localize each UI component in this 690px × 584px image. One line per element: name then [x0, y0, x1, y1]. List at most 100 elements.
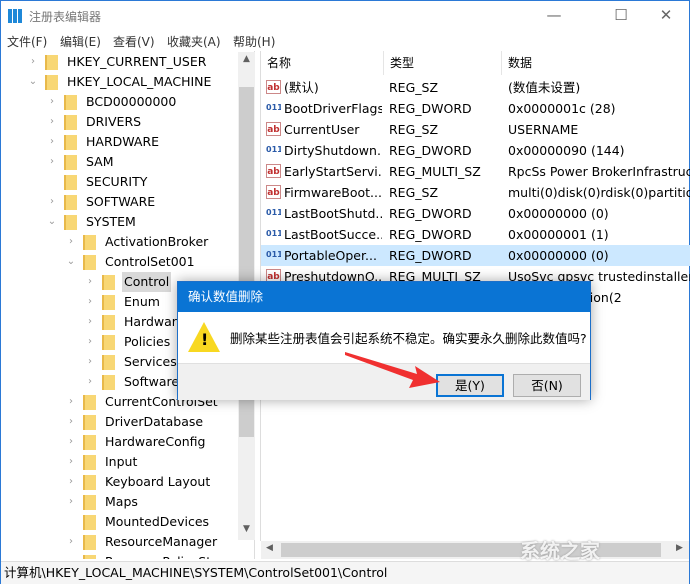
close-button[interactable]: ✕ — [643, 1, 689, 31]
folder-icon — [102, 315, 115, 330]
maximize-button[interactable]: ☐ — [598, 1, 644, 31]
string-value-icon: ab — [266, 185, 281, 199]
value-row[interactable]: 011LastBootSucce... REG_DWORD 0x00000001 (… — [261, 224, 690, 245]
value-name: LastBootShutd... — [284, 206, 382, 221]
tree-item-label: Keyboard Layout — [105, 474, 211, 489]
folder-icon — [83, 555, 96, 559]
expander-chevron-icon[interactable]: › — [46, 112, 58, 132]
tree-item-label: Software — [124, 374, 180, 389]
menu-help[interactable]: 帮助(H) — [233, 33, 275, 50]
expander-chevron-icon[interactable]: ⌄ — [65, 252, 77, 272]
no-button[interactable]: 否(N) — [513, 374, 581, 397]
menu-view[interactable]: 查看(V) — [113, 33, 155, 50]
expander-chevron-icon[interactable]: › — [84, 372, 96, 392]
regedit-app-icon — [8, 9, 22, 23]
yes-button[interactable]: 是(Y) — [436, 374, 504, 397]
value-row[interactable]: 011LastBootShutd... REG_DWORD 0x00000000 (… — [261, 203, 690, 224]
value-name: EarlyStartServi... — [284, 164, 382, 179]
expander-chevron-icon[interactable]: › — [65, 532, 77, 552]
expander-chevron-icon[interactable]: › — [27, 52, 39, 72]
menu-file[interactable]: 文件(F) — [7, 33, 47, 50]
scroll-right-icon[interactable]: ▶ — [671, 543, 688, 553]
folder-icon — [83, 415, 96, 430]
value-row[interactable]: 011BootDriverFlags REG_DWORD 0x0000001c (2… — [261, 98, 690, 119]
expander-chevron-icon[interactable]: › — [84, 312, 96, 332]
tree-item-label: BCD00000000 — [86, 94, 177, 109]
folder-icon — [83, 395, 96, 410]
folder-icon — [64, 115, 77, 130]
value-row[interactable]: ab CurrentUser REG_SZ USERNAME — [261, 119, 690, 140]
tree-item-label: ResourceManager — [105, 534, 218, 549]
tree-item-label: HKEY_LOCAL_MACHINE — [67, 74, 212, 89]
expander-chevron-icon[interactable]: › — [46, 152, 58, 172]
value-data: 0x00000001 (1) — [508, 227, 609, 242]
tree-item-label: SECURITY — [86, 174, 148, 189]
expander-chevron-icon[interactable]: › — [65, 232, 77, 252]
dialog-message: 删除某些注册表值会引起系统不稳定。确实要永久删除此数值吗? — [230, 331, 587, 346]
string-value-icon: ab — [266, 122, 281, 136]
value-data: 0x00000000 (0) — [508, 206, 609, 221]
menu-edit[interactable]: 编辑(E) — [60, 33, 101, 50]
expander-chevron-icon[interactable]: › — [65, 452, 77, 472]
tree-item-label: ResourcePolicyStore — [103, 552, 233, 559]
expander-chevron-icon[interactable]: › — [84, 332, 96, 352]
binary-value-icon: 011 — [266, 208, 281, 217]
tree-item-label: Enum — [124, 294, 160, 309]
scroll-thumb[interactable] — [281, 543, 661, 557]
value-data: multi(0)disk(0)rdisk(0)partition(1) — [508, 185, 690, 200]
expander-chevron-icon[interactable]: › — [65, 432, 77, 452]
window-title: 注册表编辑器 — [29, 10, 102, 24]
expander-chevron-icon[interactable]: › — [46, 132, 58, 152]
scroll-up-icon[interactable]: ▲ — [238, 54, 255, 64]
minimize-button[interactable]: — — [531, 1, 577, 31]
folder-icon — [83, 495, 96, 510]
column-type[interactable]: 类型 — [384, 51, 502, 75]
menu-favorites[interactable]: 收藏夹(A) — [167, 33, 221, 50]
scroll-down-icon[interactable]: ▼ — [238, 524, 255, 534]
expander-chevron-icon[interactable]: ⌄ — [46, 212, 58, 232]
expander-chevron-icon[interactable]: › — [84, 352, 96, 372]
folder-icon — [83, 235, 96, 250]
value-row[interactable]: 011DirtyShutdown... REG_DWORD 0x00000090 (… — [261, 140, 690, 161]
expander-chevron-icon[interactable]: › — [65, 392, 77, 412]
value-row[interactable]: 011PortableOper... REG_DWORD 0x00000000 (0… — [261, 245, 690, 266]
folder-icon — [83, 455, 96, 470]
confirm-delete-dialog: 确认数值删除 ! 删除某些注册表值会引起系统不稳定。确实要永久删除此数值吗? 是… — [177, 281, 591, 400]
expander-chevron-icon[interactable]: › — [46, 92, 58, 112]
tree-item-label: DriverDatabase — [105, 414, 204, 429]
value-type: REG_DWORD — [389, 227, 472, 242]
folder-icon — [102, 375, 115, 390]
tree-item-label: HardwareConfig — [105, 434, 206, 449]
expander-chevron-icon[interactable]: › — [65, 492, 77, 512]
value-data: RpcSs Power BrokerInfrastructure — [508, 164, 690, 179]
value-type: REG_SZ — [389, 122, 439, 137]
value-data: 0x00000000 (0) — [508, 248, 609, 263]
tree-item-label: ActivationBroker — [105, 234, 209, 249]
column-name[interactable]: 名称 — [261, 51, 384, 75]
expander-chevron-icon[interactable]: › — [46, 192, 58, 212]
values-horizontal-scrollbar[interactable]: ◀ ▶ — [261, 541, 689, 559]
value-type: REG_DWORD — [389, 143, 472, 158]
binary-value-icon: 011 — [266, 250, 281, 259]
value-type: REG_SZ — [389, 185, 439, 200]
value-type: REG_DWORD — [389, 101, 472, 116]
tree-item-label: MountedDevices — [105, 514, 210, 529]
expander-chevron-icon[interactable]: › — [65, 472, 77, 492]
value-row[interactable]: ab EarlyStartServi... REG_MULTI_SZ RpcSs Po… — [261, 161, 690, 182]
expander-chevron-icon[interactable]: › — [65, 552, 77, 559]
binary-value-icon: 011 — [266, 229, 281, 238]
column-data[interactable]: 数据 — [502, 51, 690, 75]
expander-chevron-icon[interactable]: › — [84, 292, 96, 312]
expander-chevron-icon[interactable]: ⌄ — [27, 72, 39, 92]
scroll-left-icon[interactable]: ◀ — [261, 543, 278, 553]
tree-item-label: HKEY_CURRENT_USER — [67, 54, 207, 69]
value-row[interactable]: ab (默认) REG_SZ (数值未设置) — [261, 77, 690, 98]
expander-chevron-icon[interactable]: › — [84, 272, 96, 292]
status-bar-path: 计算机\HKEY_LOCAL_MACHINE\SYSTEM\ControlSet… — [1, 561, 689, 584]
value-data: USERNAME — [508, 122, 579, 137]
folder-icon — [83, 535, 96, 550]
folder-icon — [45, 75, 58, 90]
value-row[interactable]: ab FirmwareBoot... REG_SZ multi(0)disk(0)rd… — [261, 182, 690, 203]
expander-chevron-icon[interactable]: › — [65, 412, 77, 432]
value-type: REG_DWORD — [389, 206, 472, 221]
